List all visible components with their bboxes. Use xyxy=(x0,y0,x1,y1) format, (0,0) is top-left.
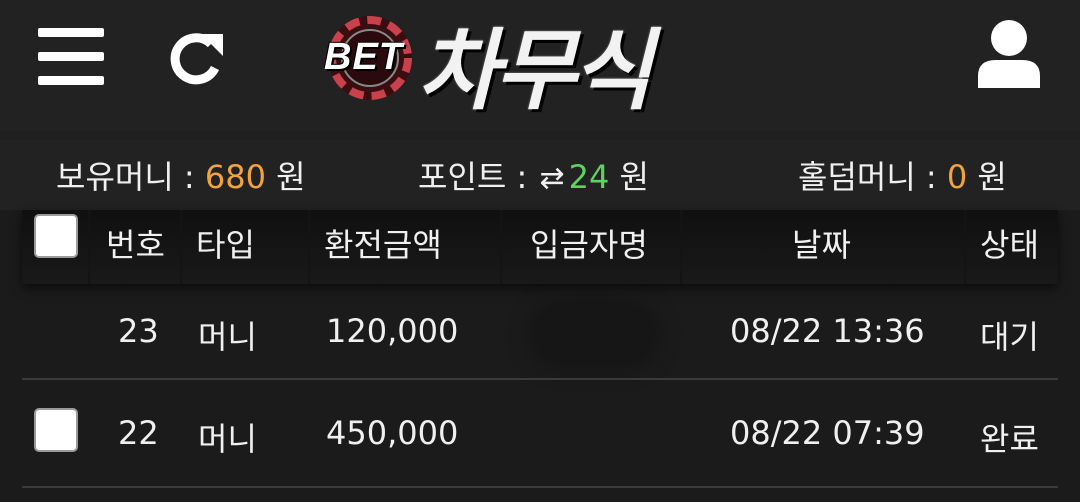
holdem-value: 0 xyxy=(946,158,968,196)
header-status: 상태 xyxy=(980,226,1039,264)
column-divider xyxy=(308,210,310,284)
brand-prefix: BET xyxy=(324,36,403,78)
point-balance: 포인트 : ⇄ 24 원 xyxy=(418,152,649,198)
cell-amount: 450,000 xyxy=(326,414,459,452)
header-number: 번호 xyxy=(106,226,165,264)
cell-type: 머니 xyxy=(198,420,257,458)
money-label: 보유머니 : xyxy=(56,158,195,196)
column-divider xyxy=(88,210,90,284)
point-value: 24 xyxy=(568,158,610,196)
brand-name: 차무식 xyxy=(418,19,653,122)
money-balance: 보유머니 : 680 원 xyxy=(56,152,306,198)
cell-depositor-redacted xyxy=(538,308,650,360)
swap-arrows-icon[interactable]: ⇄ xyxy=(539,161,564,196)
point-label: 포인트 : xyxy=(418,158,528,196)
column-divider xyxy=(180,210,182,284)
row-divider xyxy=(22,378,1058,380)
cell-number: 22 xyxy=(118,414,159,452)
holdem-balance: 홀덤머니 : 0 원 xyxy=(798,152,1007,198)
cell-date: 08/22 07:39 xyxy=(730,414,925,452)
brand-logo[interactable]: BET 차무식 xyxy=(318,6,748,122)
cell-type: 머니 xyxy=(198,318,257,356)
header-amount: 환전금액 xyxy=(324,226,442,264)
user-icon[interactable] xyxy=(976,18,1042,90)
header-depositor: 입금자명 xyxy=(530,226,648,264)
header-type: 타입 xyxy=(196,226,255,264)
hamburger-menu-icon[interactable] xyxy=(38,28,104,86)
holdem-unit: 원 xyxy=(977,158,1007,196)
cell-date: 08/22 13:36 xyxy=(730,312,925,350)
holdem-label: 홀덤머니 : xyxy=(798,158,937,196)
row-divider xyxy=(22,486,1058,488)
table-row[interactable]: 23 머니 120,000 08/22 13:36 대기 xyxy=(22,280,1058,384)
table-row[interactable]: 22 머니 450,000 08/22 07:39 완료 xyxy=(22,382,1058,486)
money-unit: 원 xyxy=(276,158,306,196)
cell-status: 완료 xyxy=(980,420,1039,458)
header-date: 날짜 xyxy=(792,226,851,264)
cell-amount: 120,000 xyxy=(326,312,459,350)
money-value: 680 xyxy=(204,158,266,196)
table-header-row: 번호 타입 환전금액 입금자명 날짜 상태 xyxy=(22,210,1058,284)
column-divider xyxy=(964,210,966,284)
refresh-icon[interactable] xyxy=(165,28,227,90)
exchange-history-table: 번호 타입 환전금액 입금자명 날짜 상태 23 머니 120,000 08/2… xyxy=(0,210,1080,502)
balance-bar: 보유머니 : 680 원 포인트 : ⇄ 24 원 홀덤머니 : 0 원 xyxy=(0,140,1080,210)
column-divider xyxy=(680,210,682,284)
select-all-checkbox[interactable] xyxy=(34,214,78,258)
cell-number: 23 xyxy=(118,312,159,350)
top-bar: BET 차무식 xyxy=(0,0,1080,130)
cell-status: 대기 xyxy=(980,318,1039,356)
row-checkbox[interactable] xyxy=(34,408,78,452)
column-divider xyxy=(500,210,502,284)
point-unit: 원 xyxy=(619,158,649,196)
